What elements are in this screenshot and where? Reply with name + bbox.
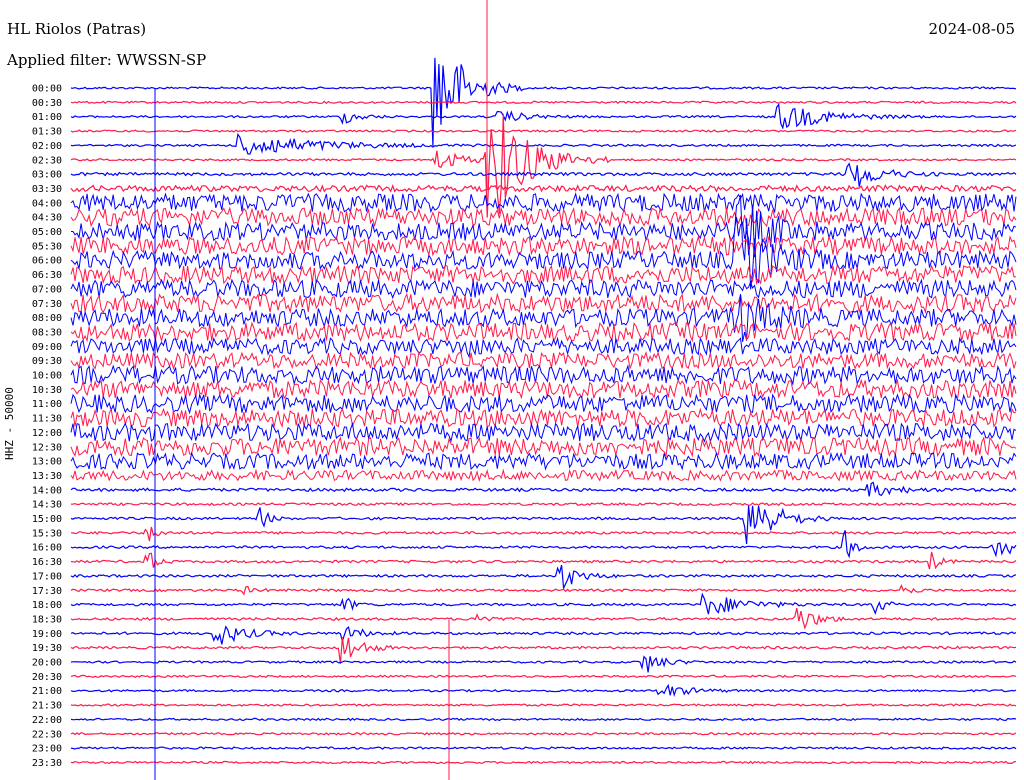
row-label: 09:00 xyxy=(32,342,62,353)
trace-line xyxy=(70,703,1017,707)
row-label: 07:30 xyxy=(32,299,62,310)
trace-line xyxy=(70,481,1017,497)
row-label: 11:30 xyxy=(32,414,62,425)
row-label: 16:00 xyxy=(32,543,62,554)
row-label: 00:30 xyxy=(32,98,62,109)
row-label: 10:00 xyxy=(32,371,62,382)
trace-line xyxy=(70,655,1017,673)
trace-line xyxy=(70,392,1017,415)
row-label: 02:00 xyxy=(32,141,62,152)
row-label: 03:00 xyxy=(32,170,62,181)
trace-line xyxy=(70,407,1017,429)
row-label: 17:00 xyxy=(32,571,62,582)
trace-line xyxy=(70,162,1017,187)
row-label: 15:30 xyxy=(32,528,62,539)
row-label: 08:30 xyxy=(32,327,62,338)
trace-line xyxy=(70,731,1017,736)
row-label: 17:30 xyxy=(32,586,62,597)
row-label: 10:30 xyxy=(32,385,62,396)
trace-line xyxy=(70,113,1017,218)
row-label: 12:30 xyxy=(32,442,62,453)
trace-line xyxy=(70,364,1017,386)
row-label: 23:30 xyxy=(32,758,62,769)
row-label: 09:30 xyxy=(32,356,62,367)
seismogram-plot: 00:00 00:30 01:00 01:30 02:00 02:30 03:00 03:30… xyxy=(32,0,1017,780)
row-label: 15:00 xyxy=(32,514,62,525)
row-label: 04:30 xyxy=(32,213,62,224)
trace-line xyxy=(70,505,1017,545)
trace-line xyxy=(70,206,1017,228)
trace-line xyxy=(70,451,1017,471)
row-label: 02:30 xyxy=(32,155,62,166)
row-label: 06:00 xyxy=(32,256,62,267)
row-label: 21:00 xyxy=(32,686,62,697)
row-label: 04:00 xyxy=(32,198,62,209)
row-label: 01:00 xyxy=(32,112,62,123)
trace-line xyxy=(70,625,1017,645)
trace-line xyxy=(70,551,1017,570)
trace-line xyxy=(70,526,1017,542)
row-label: 13:00 xyxy=(32,457,62,468)
row-label: 14:00 xyxy=(32,485,62,496)
row-label: 19:30 xyxy=(32,643,62,654)
row-label: 21:30 xyxy=(32,701,62,712)
trace-line xyxy=(70,717,1017,722)
row-label: 22:00 xyxy=(32,715,62,726)
trace-line xyxy=(70,468,1017,483)
trace-line xyxy=(70,421,1017,444)
row-label: 06:30 xyxy=(32,270,62,281)
row-label: 19:00 xyxy=(32,629,62,640)
trace-line xyxy=(70,102,1017,130)
trace-line xyxy=(70,592,1017,615)
trace-line xyxy=(70,234,1017,257)
row-label-group: 00:00 00:30 01:00 01:30 02:00 02:30 03:00 03:30… xyxy=(32,84,62,769)
row-label: 20:00 xyxy=(32,658,62,669)
trace-line xyxy=(70,436,1017,458)
row-label: 18:00 xyxy=(32,600,62,611)
trace-line xyxy=(70,564,1017,589)
trace-line xyxy=(70,192,1017,214)
row-label: 18:30 xyxy=(32,614,62,625)
row-label: 01:30 xyxy=(32,127,62,138)
row-label: 16:30 xyxy=(32,557,62,568)
trace-line xyxy=(70,530,1017,559)
row-label: 22:30 xyxy=(32,729,62,740)
trace-line xyxy=(70,637,1017,664)
row-label: 05:00 xyxy=(32,227,62,238)
trace-line xyxy=(70,760,1017,765)
trace-line xyxy=(70,336,1017,359)
row-label: 13:30 xyxy=(32,471,62,482)
trace-line xyxy=(70,292,1017,315)
row-label: 08:00 xyxy=(32,313,62,324)
trace-line xyxy=(70,129,1017,133)
trace-line xyxy=(70,502,1017,507)
row-label: 14:30 xyxy=(32,500,62,511)
trace-line xyxy=(70,683,1017,698)
row-label: 11:00 xyxy=(32,399,62,410)
trace-line xyxy=(70,674,1017,679)
row-label: 00:00 xyxy=(32,84,62,95)
trace-line xyxy=(70,746,1017,750)
trace-line xyxy=(70,350,1017,371)
row-label: 03:30 xyxy=(32,184,62,195)
trace-group xyxy=(70,57,1017,765)
row-label: 07:00 xyxy=(32,284,62,295)
trace-line xyxy=(70,321,1017,343)
row-label: 12:00 xyxy=(32,428,62,439)
trace-line xyxy=(70,184,1017,193)
trace-line xyxy=(70,584,1017,596)
row-label: 05:30 xyxy=(32,241,62,252)
trace-line xyxy=(70,278,1017,300)
trace-line xyxy=(70,100,1017,105)
row-label: 23:00 xyxy=(32,744,62,755)
row-label: 20:30 xyxy=(32,672,62,683)
trace-line xyxy=(70,132,1017,155)
